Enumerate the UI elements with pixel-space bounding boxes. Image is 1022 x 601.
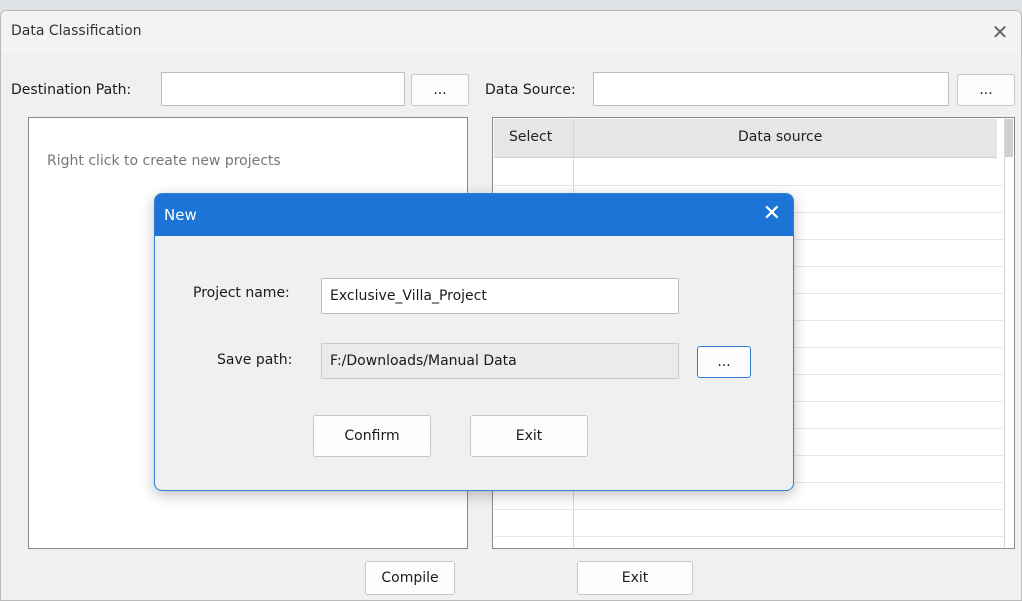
new-project-dialog: New ✕ Project name: Save path: ... Confi… (154, 193, 794, 491)
confirm-button[interactable]: Confirm (313, 415, 431, 457)
window-title: Data Classification (11, 23, 142, 39)
exit-button[interactable]: Exit (577, 561, 693, 595)
compile-button[interactable]: Compile (365, 561, 455, 595)
dialog-title: New (164, 206, 197, 224)
project-name-input[interactable] (321, 278, 679, 314)
dialog-exit-button[interactable]: Exit (470, 415, 588, 457)
save-path-label: Save path: (217, 352, 293, 368)
column-header-select[interactable]: Select (509, 129, 552, 145)
title-bar: Data Classification ✕ (1, 11, 1021, 53)
save-path-browse-button[interactable]: ... (697, 346, 751, 378)
column-divider (1004, 118, 1005, 548)
destination-browse-button[interactable]: ... (411, 74, 469, 106)
scrollbar[interactable] (1004, 119, 1013, 157)
dialog-close-icon[interactable]: ✕ (763, 200, 781, 228)
project-name-label: Project name: (193, 285, 290, 301)
data-source-browse-button[interactable]: ... (957, 74, 1015, 106)
dialog-title-bar: New ✕ (155, 194, 793, 236)
save-path-field[interactable] (321, 343, 679, 379)
table-row[interactable] (494, 509, 1003, 510)
table-header: Select Data source (494, 119, 997, 158)
data-source-input[interactable] (593, 72, 949, 106)
column-header-data-source[interactable]: Data source (738, 129, 822, 145)
table-row[interactable] (494, 536, 1003, 537)
projects-hint: Right click to create new projects (47, 153, 281, 169)
destination-path-input[interactable] (161, 72, 405, 106)
destination-path-label: Destination Path: (11, 82, 132, 98)
close-icon[interactable]: ✕ (987, 19, 1013, 45)
table-row[interactable] (494, 185, 1003, 186)
data-source-label: Data Source: (485, 82, 576, 98)
